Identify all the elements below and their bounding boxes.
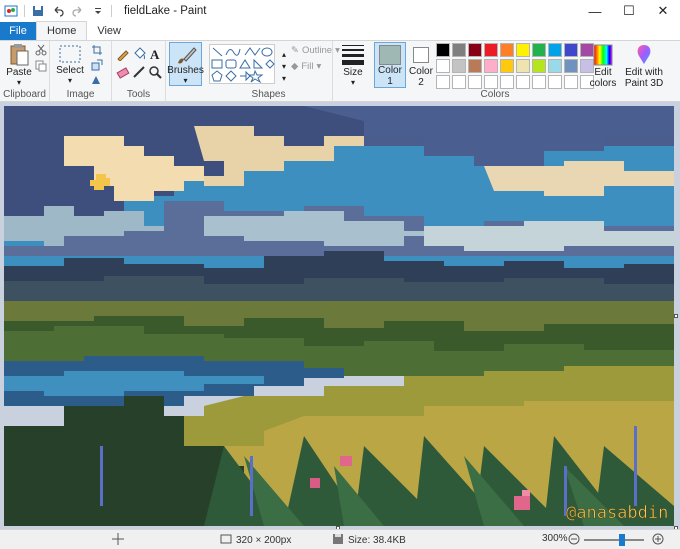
close-button[interactable]: ✕ (646, 0, 680, 22)
pencil-icon[interactable] (116, 47, 130, 61)
cursor-position (112, 533, 124, 548)
edit-colors-button[interactable]: Edit colors (588, 43, 618, 89)
window-title: fieldLake - Paint (124, 5, 207, 17)
outline-button[interactable]: ✎ Outline ▾ (291, 45, 340, 56)
watermark-text: @anasabdin (566, 503, 668, 523)
image-dimensions: 320 × 200px (220, 533, 291, 548)
zoom-out-icon (568, 533, 580, 545)
maximize-button[interactable]: ☐ (612, 0, 646, 22)
paste-icon (10, 44, 29, 66)
cursor-position-icon (112, 533, 124, 548)
zoom-slider-thumb[interactable] (619, 534, 625, 546)
canvas-workspace: @anasabdin (0, 102, 680, 530)
svg-text:A: A (150, 47, 160, 61)
brush-icon (177, 47, 197, 64)
file-size: Size: 38.4KB (332, 533, 406, 548)
fill-button[interactable]: ◆ Fill ▾ (291, 61, 321, 72)
ribbon-tabs: File Home View (0, 21, 680, 40)
select-button[interactable]: Select ▾ (56, 43, 84, 85)
crop-icon[interactable] (90, 43, 104, 57)
tools-group-label: Tools (126, 89, 151, 100)
select-icon (59, 45, 81, 63)
paste-button[interactable]: Paste ▾ (5, 43, 33, 87)
line-size-icon (342, 45, 364, 65)
resize-icon[interactable] (90, 58, 104, 72)
tab-view[interactable]: View (87, 22, 131, 40)
clipboard-group: Paste ▾ Clipboard (0, 41, 50, 102)
chevron-down-icon: ▾ (16, 78, 21, 87)
title-bar: fieldLake - Paint — ☐ ✕ (0, 0, 680, 22)
shapes-group: ▴ ▾ ▾ ✎ Outline ▾ ◆ Fill ▾ Shapes (205, 41, 340, 102)
edit-colors-line2: colors (589, 78, 617, 89)
tools-group: A Tools (112, 41, 166, 102)
redo-icon[interactable] (71, 4, 85, 18)
select-label: Select (56, 65, 84, 76)
zoom-level: 300% (542, 533, 568, 544)
zoom-in-icon (652, 533, 664, 545)
save-icon[interactable] (31, 4, 45, 18)
disk-icon (332, 533, 344, 548)
edit-colors-line1: Edit (594, 67, 612, 78)
outline-icon: ✎ (291, 45, 299, 56)
resize-handle-right[interactable] (674, 314, 678, 318)
size-label: Size (343, 67, 363, 78)
status-bar: 320 × 200px Size: 38.4KB 300% (0, 529, 680, 549)
zoom-in-button[interactable] (652, 533, 664, 545)
minimize-button[interactable]: — (578, 0, 612, 22)
paint3d-line1: Edit with (625, 67, 663, 78)
drawing-canvas[interactable]: @anasabdin (4, 106, 674, 526)
copy-icon[interactable] (34, 59, 48, 73)
file-size-text: Size: 38.4KB (348, 535, 406, 546)
image-group-label: Image (66, 89, 95, 100)
chevron-down-icon: ▾ (67, 76, 72, 85)
customize-quick-access-icon[interactable] (91, 4, 105, 18)
fill-label: Fill (301, 61, 314, 72)
fill-icon: ◆ (291, 61, 299, 72)
pixel-art-image: @anasabdin (4, 106, 674, 526)
brushes-button[interactable]: Brushes ▾ (167, 42, 204, 86)
shapes-more-icon[interactable]: ▾ (277, 71, 291, 85)
rotate-icon[interactable] (90, 73, 104, 87)
shapes-group-label: Shapes (251, 89, 286, 100)
undo-icon[interactable] (51, 4, 65, 18)
image-group: Select ▾ Image (50, 41, 112, 102)
chevron-down-icon: ▾ (316, 61, 322, 72)
outline-label: Outline (301, 45, 333, 56)
paint3d-line2: Paint 3D (624, 78, 664, 89)
brushes-label: Brushes (167, 65, 204, 76)
dimensions-icon (220, 533, 232, 548)
shapes-gallery[interactable] (209, 44, 275, 84)
edit-paint3d-button[interactable]: Edit with Paint 3D (624, 43, 664, 89)
color-spectrum-icon (593, 44, 613, 66)
cut-icon[interactable] (34, 43, 48, 57)
zoom-out-button[interactable] (568, 533, 580, 545)
clipboard-group-label: Clipboard (3, 89, 46, 100)
paste-label: Paste (6, 67, 32, 78)
paint3d-icon (637, 45, 651, 64)
tab-home[interactable]: Home (36, 21, 88, 40)
ribbon: Paste ▾ Clipboard Select ▾ Image A Tools… (0, 40, 680, 102)
size-button[interactable]: Size ▾ (338, 43, 368, 87)
colors-group-label: Colors (480, 89, 510, 100)
chevron-down-icon: ▾ (183, 76, 188, 85)
tab-file[interactable]: File (0, 22, 36, 40)
zoom-slider-track[interactable] (584, 539, 644, 541)
text-tool-icon[interactable]: A (148, 47, 162, 61)
chevron-down-icon: ▾ (350, 78, 355, 87)
paint-app-icon (4, 4, 18, 18)
magnifier-icon[interactable] (148, 65, 162, 79)
eraser-icon[interactable] (116, 65, 130, 79)
color-picker-icon[interactable] (132, 65, 146, 79)
dimensions-text: 320 × 200px (236, 535, 292, 546)
fill-bucket-icon[interactable] (132, 47, 146, 61)
